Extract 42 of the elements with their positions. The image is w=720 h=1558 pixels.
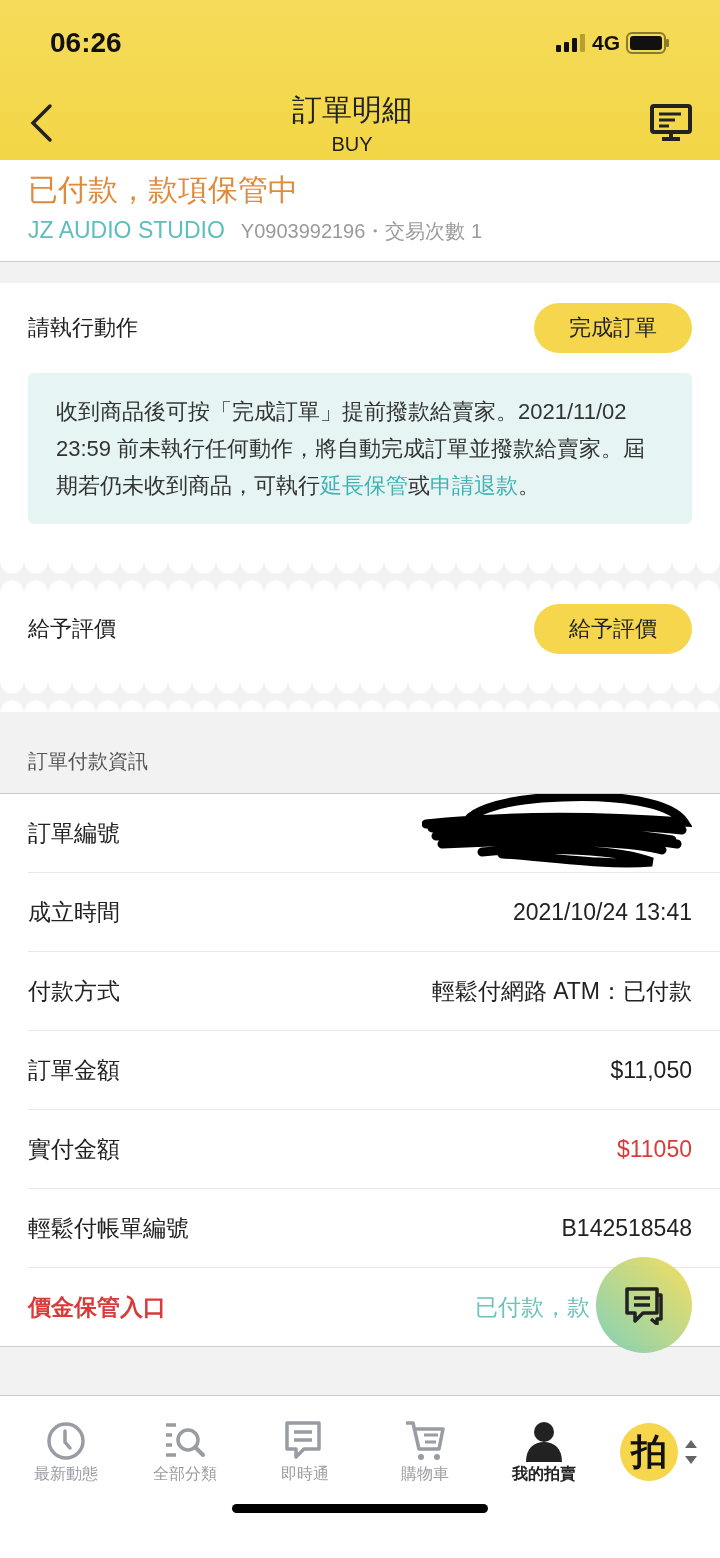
clock-icon bbox=[44, 1419, 87, 1462]
section-heading: 訂單付款資訊 bbox=[28, 750, 148, 772]
nav-tab[interactable]: 即時通 bbox=[245, 1419, 365, 1485]
row-value: 2021/10/24 13:41 bbox=[512, 898, 692, 926]
monitor-icon[interactable] bbox=[650, 104, 692, 142]
notice-link[interactable]: 申請退款 bbox=[430, 473, 518, 498]
row-label: 輕鬆付帳單編號 bbox=[28, 1213, 189, 1243]
chat-icon bbox=[623, 1285, 665, 1325]
row-value: $11,050 bbox=[610, 1056, 692, 1084]
nav-tab[interactable]: 購物車 bbox=[364, 1419, 485, 1485]
nav-tab[interactable]: 全部分類 bbox=[125, 1419, 246, 1485]
nav-tab[interactable]: 最新動態 bbox=[6, 1419, 126, 1485]
cart-icon bbox=[403, 1419, 446, 1462]
order-status: 已付款，款項保管中 bbox=[28, 172, 299, 208]
row-label: 付款方式 bbox=[28, 976, 120, 1006]
row-value: B142518548 bbox=[561, 1214, 692, 1242]
back-button[interactable] bbox=[28, 103, 54, 143]
notice-link[interactable]: 延長保管 bbox=[320, 473, 408, 498]
row-label[interactable]: 價金保管入口 bbox=[28, 1291, 166, 1323]
row-value: $11050 bbox=[616, 1135, 692, 1163]
rating-label: 給予評價 bbox=[28, 615, 116, 643]
battery-icon bbox=[626, 32, 670, 54]
seller-meta: Y0903992196・交易次數 1 bbox=[240, 219, 483, 244]
network-label: 4G bbox=[592, 31, 620, 55]
notice-text: 收到商品後可按「完成訂單」提前撥款給賣家。2021/11/02 23:59 前未執行任何動作，將自動完成訂單並撥款給賣家。屆期若仍未收到商品，可執行延長保管或申請退款。 bbox=[28, 373, 692, 524]
action-label: 請執行動作 bbox=[28, 314, 138, 342]
row-label: 成立時間 bbox=[28, 897, 120, 927]
row-label: 訂單金額 bbox=[28, 1055, 120, 1085]
page-subtitle: BUY bbox=[331, 133, 373, 156]
complete-order-button[interactable]: 完成訂單 bbox=[534, 303, 692, 353]
row-label: 訂單編號 bbox=[28, 818, 120, 848]
row-value[interactable]: 已付款，款 bbox=[475, 1291, 590, 1323]
signal-icon bbox=[556, 34, 586, 52]
rate-button[interactable]: 給予評價 bbox=[534, 604, 692, 654]
status-time: 06:26 bbox=[50, 27, 122, 59]
nav-tab[interactable]: 我的拍賣 bbox=[484, 1419, 604, 1485]
seller-name[interactable]: JZ AUDIO STUDIO bbox=[28, 217, 225, 244]
app-logo[interactable]: 拍 bbox=[619, 1423, 678, 1481]
row-value: 輕鬆付網路 ATM：已付款 bbox=[431, 976, 692, 1006]
sort-arrows-icon[interactable] bbox=[683, 1439, 698, 1465]
page-title: 訂單明細 bbox=[292, 92, 412, 128]
row-label: 實付金額 bbox=[28, 1134, 120, 1164]
